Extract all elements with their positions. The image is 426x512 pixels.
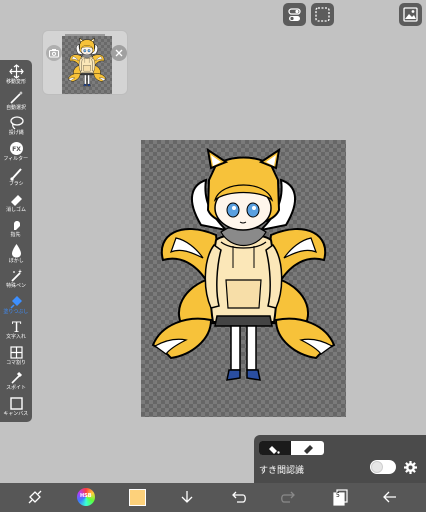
tool-label: 移動変形	[6, 79, 26, 85]
tool-label: 消しゴム	[6, 206, 26, 213]
text-icon: T	[9, 319, 24, 334]
svg-text:FX: FX	[12, 146, 21, 153]
bottom-bar: HSB 5	[0, 483, 426, 512]
transform-icon	[28, 490, 42, 504]
tool-label: ぼかし	[8, 257, 24, 264]
current-color-swatch	[128, 488, 146, 506]
gap-recognition-label: すき間認識	[259, 466, 305, 476]
undo-icon	[232, 491, 246, 503]
tool-eyedropper[interactable]: スポイト	[0, 370, 32, 395]
layer-count: 5	[336, 492, 340, 499]
layer-toggle-icon	[288, 8, 301, 21]
tool-brush[interactable]: ブラシ	[0, 166, 32, 191]
fx-icon: FX	[9, 141, 24, 156]
import-button[interactable]	[177, 487, 197, 507]
tool-lasso[interactable]: 投げ縄	[0, 115, 32, 140]
tool-label: スポイト	[6, 385, 26, 391]
close-icon	[115, 49, 123, 57]
tool-move-transform[interactable]: 移動変形	[0, 64, 32, 89]
lasso-icon	[9, 115, 24, 130]
blur-icon	[9, 243, 24, 258]
magic-wand-icon	[9, 90, 24, 105]
tool-label: 投げ縄	[8, 130, 24, 136]
selection-button[interactable]	[311, 3, 334, 26]
erase-tab[interactable]	[292, 441, 324, 455]
tool-eraser[interactable]: 消しゴム	[0, 192, 32, 217]
gear-icon	[404, 461, 417, 474]
layers-icon	[333, 489, 348, 506]
back-button[interactable]	[380, 487, 400, 507]
material-icon	[403, 7, 418, 22]
move-transform-icon	[8, 64, 24, 79]
current-color-button[interactable]	[127, 487, 147, 507]
tool-special-pen[interactable]: 特殊ペン	[0, 268, 32, 293]
selection-icon	[315, 7, 330, 22]
drawing-canvas[interactable]	[141, 140, 346, 417]
transform-button[interactable]	[25, 487, 45, 507]
color-wheel-icon: HSB	[77, 488, 95, 506]
character-illustration	[152, 149, 335, 381]
tool-frame-divider[interactable]: コマ割り	[0, 345, 32, 370]
tool-label: 塗りつぶし	[3, 308, 29, 315]
tool-fill-bucket[interactable]: 塗りつぶし	[0, 294, 32, 319]
tool-fx[interactable]: FX フィルター	[0, 141, 32, 166]
fill-bucket-icon	[269, 446, 280, 454]
frame-divider-icon	[9, 345, 24, 360]
svg-text:T: T	[11, 320, 21, 334]
undo-button[interactable]	[228, 487, 248, 507]
color-wheel-label: HSB	[80, 493, 92, 499]
fill-mode-tabs	[259, 441, 324, 455]
brush-icon	[9, 166, 24, 181]
eraser-icon	[304, 445, 313, 454]
navigator-panel[interactable]	[42, 30, 128, 95]
navigator-close-button[interactable]	[111, 45, 127, 61]
gap-recognition-toggle[interactable]	[370, 460, 396, 474]
layer-toggle-button[interactable]	[283, 3, 306, 26]
redo-icon	[281, 491, 295, 503]
layers-button[interactable]: 5	[330, 487, 350, 507]
arrow-down-icon	[181, 491, 193, 503]
tool-canvas[interactable]: キャンバス	[0, 396, 32, 421]
special-pen-icon	[9, 268, 24, 283]
tool-magic-wand[interactable]: 自動選択	[0, 90, 32, 115]
eraser-icon	[9, 192, 24, 207]
finger-icon	[9, 217, 24, 232]
tool-label: 文字入れ	[6, 334, 26, 340]
material-button[interactable]	[399, 3, 422, 26]
tool-label: 指先	[11, 232, 21, 238]
arrow-left-icon	[383, 491, 396, 503]
fill-tab[interactable]	[259, 441, 291, 455]
fill-settings-button[interactable]	[403, 460, 418, 475]
color-picker-button[interactable]: HSB	[76, 487, 96, 507]
tool-label: 特殊ペン	[6, 283, 26, 289]
tool-text[interactable]: T 文字入れ	[0, 319, 32, 344]
tool-bar: 移動変形自動選択投げ縄 FX フィルターブラシ消しゴム指先ぼかし特殊ペン塗りつぶし T…	[0, 60, 32, 422]
tool-label: フィルター	[3, 155, 29, 162]
redo-button[interactable]	[279, 487, 299, 507]
camera-icon	[49, 49, 59, 58]
eyedropper-icon	[9, 370, 24, 385]
toggle-knob	[371, 461, 383, 473]
tool-label: コマ割り	[6, 359, 26, 366]
canvas-icon	[9, 396, 24, 411]
tool-label: キャンバス	[3, 410, 29, 417]
tool-blur[interactable]: ぼかし	[0, 243, 32, 268]
tool-label: ブラシ	[8, 181, 24, 187]
fill-options-panel: すき間認識	[254, 435, 426, 483]
tool-label: 自動選択	[6, 104, 26, 111]
navigator-camera-button[interactable]	[46, 45, 62, 61]
tool-finger[interactable]: 指先	[0, 217, 32, 242]
thumbnail-illustration	[67, 37, 107, 87]
fill-bucket-icon	[9, 294, 24, 309]
navigator-thumbnail[interactable]	[62, 36, 112, 94]
